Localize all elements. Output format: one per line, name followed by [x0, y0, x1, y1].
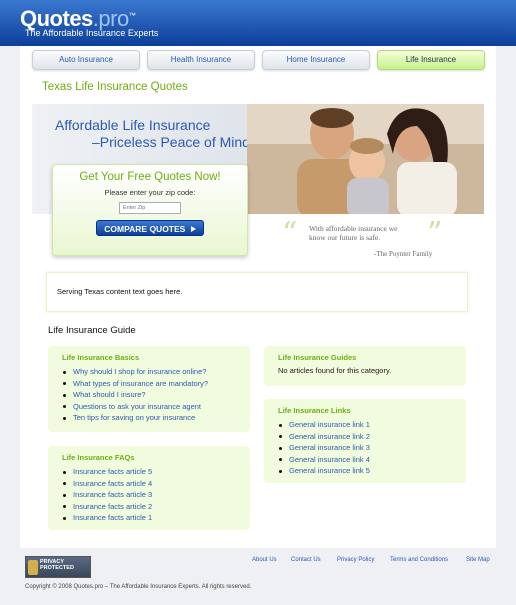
footer-links: About Us Contact Us Privacy Policy Terms… — [0, 553, 516, 567]
guide-basics-panel: Life Insurance Basics Why should I shop … — [48, 346, 250, 432]
compare-quotes-label: COMPARE QUOTES — [104, 224, 186, 234]
page-content: Auto Insurance Health Insurance Home Ins… — [20, 46, 496, 548]
tab-auto-insurance[interactable]: Auto Insurance — [32, 50, 140, 70]
testimonial-line-1: With affordable insurance we — [309, 224, 398, 233]
guide-guides-panel: Life Insurance Guides No articles found … — [264, 346, 466, 386]
list-item[interactable]: Insurance facts article 4 — [62, 478, 152, 490]
triangle-right-icon — [190, 226, 196, 232]
footer-link-terms[interactable]: Terms and Conditions — [390, 557, 448, 563]
guide-basics-title: Life Insurance Basics — [62, 353, 140, 362]
list-item[interactable]: Ten tips for saving on your insurance — [62, 412, 208, 424]
family-photo-illustration — [247, 104, 484, 214]
site-header: Quotes.pro™ The Affordable Insurance Exp… — [0, 0, 516, 46]
hero-subheadline: –Priceless Peace of Mind. — [92, 134, 254, 150]
list-item[interactable]: Questions to ask your insurance agent — [62, 401, 208, 413]
list-item[interactable]: General insurance link 3 — [279, 442, 370, 454]
list-item[interactable]: Insurance facts article 5 — [62, 466, 152, 478]
quote-form: Get Your Free Quotes Now! Please enter y… — [52, 164, 248, 256]
site-tagline: The Affordable Insurance Experts — [25, 28, 159, 38]
list-item[interactable]: General insurance link 4 — [279, 454, 370, 466]
open-quote-icon: “ — [282, 216, 298, 251]
list-item[interactable]: General insurance link 1 — [279, 419, 370, 431]
list-item[interactable]: Insurance facts article 1 — [62, 512, 152, 524]
guide-faqs-title: Life Insurance FAQs — [62, 453, 135, 462]
list-item[interactable]: What should I insure? — [62, 389, 208, 401]
guide-basics-list: Why should I shop for insurance online? … — [62, 366, 208, 424]
list-item[interactable]: Why should I shop for insurance online? — [62, 366, 208, 378]
guide-links-panel: Life Insurance Links General insurance l… — [264, 399, 466, 483]
testimonial-line-2: know our future is safe. — [309, 233, 381, 242]
list-item[interactable]: General insurance link 2 — [279, 431, 370, 443]
testimonial: “ With affordable insurance we know our … — [282, 216, 452, 262]
copyright: Copyright © 2008 Quotes.pro – The Afford… — [25, 584, 252, 590]
testimonial-author: -The Poynter Family — [374, 250, 433, 258]
guide-links-title: Life Insurance Links — [278, 406, 351, 415]
guide-heading: Life Insurance Guide — [48, 325, 136, 336]
family-photo — [247, 104, 484, 214]
guide-faqs-list: Insurance facts article 5 Insurance fact… — [62, 466, 152, 524]
page-title: Texas Life Insurance Quotes — [42, 81, 188, 93]
guide-faqs-panel: Life Insurance FAQs Insurance facts arti… — [48, 446, 250, 530]
tab-life-insurance[interactable]: Life Insurance — [377, 50, 485, 70]
close-quote-icon: ” — [427, 216, 443, 251]
logo-trademark: ™ — [128, 12, 136, 20]
footer-link-about[interactable]: About Us — [252, 557, 277, 563]
serving-text: Serving Texas content text goes here. — [57, 287, 183, 296]
zip-prompt: Please enter your zip code: — [104, 188, 196, 197]
tab-home-insurance[interactable]: Home Insurance — [262, 50, 370, 70]
guide-guides-title: Life Insurance Guides — [278, 353, 357, 362]
footer-link-privacy[interactable]: Privacy Policy — [337, 557, 374, 563]
testimonial-text: With affordable insurance we know our fu… — [309, 224, 397, 242]
compare-quotes-button[interactable]: COMPARE QUOTES — [96, 220, 204, 236]
zip-input[interactable] — [119, 202, 181, 214]
list-item[interactable]: Insurance facts article 3 — [62, 489, 152, 501]
footer-link-sitemap[interactable]: Site Map — [466, 557, 490, 563]
guide-guides-empty-text: No articles found for this category. — [278, 366, 392, 375]
guide-links-list: General insurance link 1 General insuran… — [279, 419, 370, 477]
list-item[interactable]: Insurance facts article 2 — [62, 501, 152, 513]
hero-headline: Affordable Life Insurance — [55, 117, 211, 133]
quote-form-title: Get Your Free Quotes Now! — [79, 171, 221, 183]
list-item[interactable]: What types of insurance are mandatory? — [62, 378, 208, 390]
serving-panel: Serving Texas content text goes here. — [46, 272, 468, 312]
tab-health-insurance[interactable]: Health Insurance — [147, 50, 255, 70]
footer-link-contact[interactable]: Contact Us — [291, 557, 321, 563]
list-item[interactable]: General insurance link 5 — [279, 465, 370, 477]
